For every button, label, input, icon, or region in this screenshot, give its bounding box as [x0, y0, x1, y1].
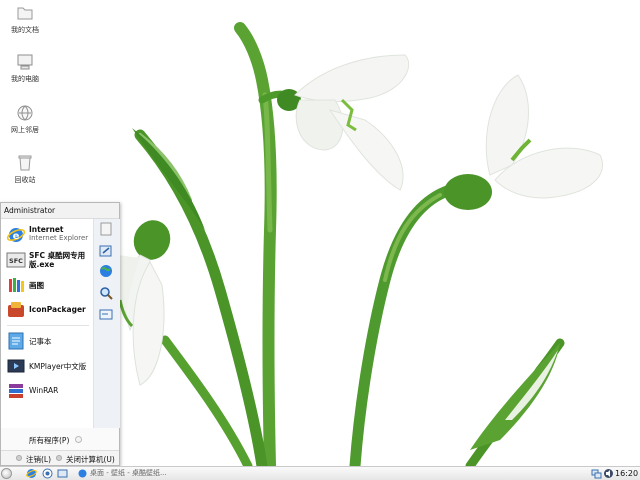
start-menu-footer: 注销(L) 关闭计算机(U) — [1, 450, 119, 465]
folder-icon — [17, 7, 33, 20]
all-programs-button[interactable]: 所有程序(P) — [29, 435, 69, 446]
notepad-icon — [8, 332, 24, 350]
menu-item-notepad[interactable]: 记事本 — [5, 329, 93, 353]
control-panel-icon[interactable] — [98, 243, 114, 259]
taskbar-window-label: 桌面 - 壁纸 - 桌酷壁纸... — [90, 469, 167, 477]
iconpackager-icon — [8, 302, 24, 317]
tray-network-icon[interactable] — [591, 468, 602, 479]
start-menu-user: Administrator — [1, 203, 119, 219]
menu-item-paint[interactable]: 画图 — [5, 273, 93, 297]
logoff-button[interactable]: 注销(L) — [26, 454, 51, 465]
menu-item-title: Internet — [29, 225, 64, 234]
svg-text:SFC: SFC — [9, 257, 23, 265]
menu-separator — [7, 325, 89, 326]
taskbar-clock: 16:20 — [615, 469, 639, 478]
desktop-icon-label: 网上邻居 — [11, 126, 39, 134]
tray-volume-icon[interactable] — [603, 468, 614, 479]
internet-explorer-icon: e — [6, 228, 26, 242]
network-icon — [17, 105, 33, 121]
sfc-icon: SFC — [6, 252, 26, 268]
logoff-icon — [16, 455, 22, 461]
desktop-icon-my-documents[interactable]: 我的文档 — [0, 3, 50, 35]
start-menu-places — [93, 219, 120, 428]
taskbar: 桌面 - 壁纸 - 桌酷壁纸... 16:20 — [0, 466, 640, 480]
quicklaunch-ie-icon[interactable] — [26, 468, 37, 479]
internet-icon[interactable] — [98, 263, 114, 279]
menu-item-label: WinRAR — [29, 386, 59, 395]
menu-item-label: 记事本 — [29, 337, 52, 346]
desktop: 我的文档 我的电脑 网上邻居 回收站 Administrator e Inter… — [0, 0, 640, 466]
recycle-bin-icon — [18, 155, 32, 171]
desktop-icon-label: 回收站 — [14, 176, 36, 184]
svg-text:e: e — [13, 231, 20, 242]
paint-icon — [9, 278, 24, 292]
desktop-icon-label: 我的文档 — [11, 26, 39, 34]
menu-item-subtitle: Internet Explorer — [29, 234, 89, 242]
kmplayer-icon — [7, 359, 25, 373]
search-icon[interactable] — [98, 285, 114, 301]
menu-item-label: 画图 — [29, 281, 44, 290]
menu-item-winrar[interactable]: WinRAR — [5, 379, 93, 403]
documents-icon[interactable] — [98, 221, 114, 237]
shutdown-icon — [56, 455, 62, 461]
desktop-icon-my-computer[interactable]: 我的电脑 — [0, 52, 50, 84]
menu-item-kmplayer[interactable]: KMPlayer中文版 — [5, 354, 93, 378]
run-icon[interactable] — [98, 306, 114, 322]
menu-item-internet-explorer[interactable]: e Internet Internet Explorer — [5, 223, 93, 247]
menu-item-sfc[interactable]: SFC SFC 桌酷网专用 版.exe — [5, 248, 93, 272]
desktop-icon-network[interactable]: 网上邻居 — [0, 103, 50, 135]
menu-item-label: KMPlayer中文版 — [29, 362, 87, 371]
start-menu: Administrator e Internet Internet Explor… — [0, 202, 120, 466]
shutdown-button[interactable]: 关闭计算机(U) — [66, 454, 115, 465]
menu-item-iconpackager[interactable]: IconPackager — [5, 298, 93, 322]
start-menu-programs: e Internet Internet Explorer SFC SFC 桌酷网… — [1, 219, 93, 428]
computer-icon — [17, 54, 33, 70]
taskbar-window-button[interactable]: 桌面 - 壁纸 - 桌酷壁纸... — [78, 468, 248, 479]
menu-item-subtitle: 版.exe — [29, 260, 55, 269]
menu-item-label: IconPackager — [29, 305, 86, 314]
start-button[interactable] — [1, 468, 12, 479]
quicklaunch-desktop-icon[interactable] — [42, 468, 53, 479]
winrar-icon — [9, 384, 23, 398]
window-ie-icon — [78, 469, 87, 477]
desktop-icon-recycle-bin[interactable]: 回收站 — [0, 153, 50, 185]
chevron-right-icon — [75, 436, 82, 443]
desktop-icon-label: 我的电脑 — [11, 75, 39, 83]
quicklaunch-media-icon[interactable] — [57, 468, 68, 479]
